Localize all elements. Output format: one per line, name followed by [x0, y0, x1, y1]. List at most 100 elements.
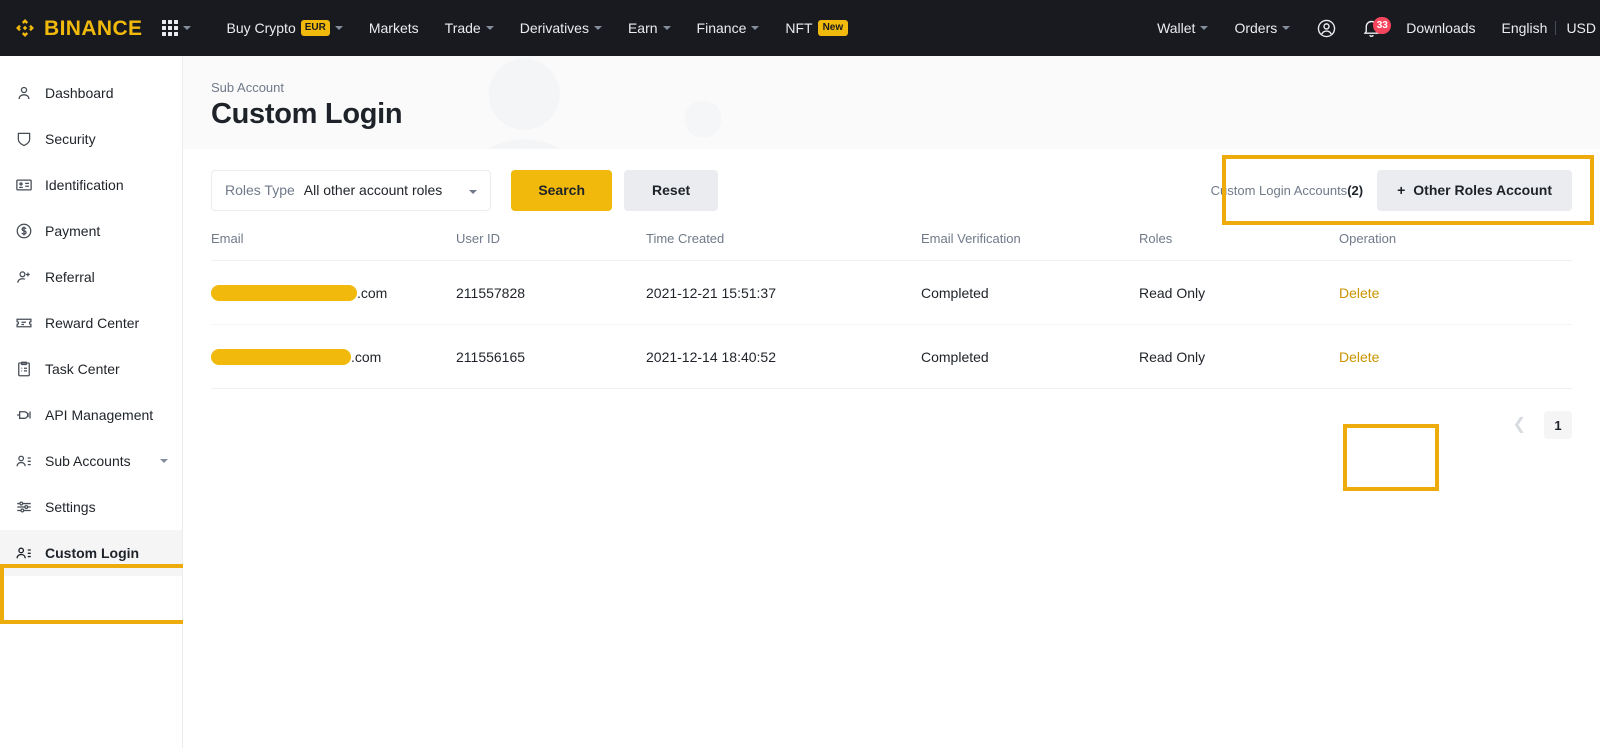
nav-label: Trade [444, 20, 481, 36]
binance-logo[interactable]: BINANCE [0, 17, 142, 39]
column-header-user-id: User ID [456, 231, 646, 261]
sidebar-item-label: Custom Login [45, 545, 140, 561]
cell-email: .com [211, 324, 456, 389]
filter-right-group: Custom Login Accounts(2) + Other Roles A… [1210, 169, 1572, 211]
app-shell: Dashboard Security Identification Paymen… [0, 56, 1600, 748]
cell-operation: Delete [1339, 324, 1572, 389]
sidebar-item-label: Sub Accounts [45, 453, 131, 469]
delete-link[interactable]: Delete [1339, 349, 1379, 365]
cell-operation: Delete [1339, 260, 1572, 325]
ticket-icon [14, 314, 33, 333]
nav-item-buy-crypto[interactable]: Buy Crypto EUR [213, 20, 355, 36]
cell-email-verification: Completed [921, 324, 1139, 389]
chevron-left-icon[interactable]: ❮ [1505, 413, 1534, 437]
roles-type-value: All other account roles [303, 182, 443, 198]
nav-item-markets[interactable]: Markets [356, 20, 432, 36]
nav-item-language[interactable]: English [1489, 20, 1554, 36]
redacted-email-bar [211, 284, 357, 301]
chevron-down-icon [662, 26, 671, 30]
chevron-down-icon [160, 459, 168, 463]
sidebar-item-dashboard[interactable]: Dashboard [0, 70, 182, 116]
nav-label: Orders [1234, 20, 1278, 36]
chevron-down-icon [334, 26, 343, 30]
nav-item-wallet[interactable]: Wallet [1144, 20, 1221, 36]
nav-item-currency[interactable]: USD [1558, 20, 1600, 36]
table-row: .com 211556165 2021-12-14 18:40:52 Compl… [211, 324, 1572, 389]
cell-time-created: 2021-12-21 15:51:37 [646, 260, 921, 325]
sidebar-item-label: Identification [45, 177, 124, 193]
sidebar-item-identification[interactable]: Identification [0, 162, 182, 208]
nav-item-downloads[interactable]: Downloads [1393, 20, 1488, 36]
search-button[interactable]: Search [511, 169, 613, 211]
nav-item-earn[interactable]: Earn [615, 20, 684, 36]
user-circle-icon [1318, 19, 1336, 37]
nav-right-group: Wallet Orders 33 Downloads English USD [1144, 0, 1600, 56]
top-navigation-bar: BINANCE Buy Crypto EUR Markets Trade Der… [0, 0, 1600, 56]
email-suffix: .com [351, 348, 382, 365]
user-plus-icon [14, 268, 33, 287]
dollar-circle-icon [14, 222, 33, 241]
custom-login-accounts-table: Email User ID Time Created Email Verific… [211, 231, 1572, 389]
nav-item-finance[interactable]: Finance [684, 20, 773, 36]
sidebar-item-reward-center[interactable]: Reward Center [0, 300, 182, 346]
other-roles-account-button[interactable]: + Other Roles Account [1377, 169, 1572, 211]
page-number-1[interactable]: 1 [1544, 411, 1572, 439]
new-badge: New [817, 20, 849, 36]
cell-email-verification: Completed [921, 260, 1139, 325]
nav-label: Earn [627, 20, 658, 36]
roles-type-label: Roles Type [225, 182, 295, 198]
sidebar-item-label: Security [45, 131, 96, 147]
table-header: Email User ID Time Created Email Verific… [211, 231, 1572, 261]
chevron-down-icon [593, 26, 602, 30]
nav-item-orders[interactable]: Orders [1221, 20, 1303, 36]
sidebar-item-sub-accounts[interactable]: Sub Accounts [0, 438, 182, 484]
sidebar-item-label: Dashboard [45, 85, 114, 101]
column-header-roles: Roles [1139, 231, 1339, 261]
roles-type-select[interactable]: Roles Type All other account roles [211, 169, 492, 211]
other-roles-label: Other Roles Account [1413, 182, 1552, 198]
notifications-button[interactable]: 33 [1350, 16, 1393, 39]
page-header: Sub Account Custom Login [183, 56, 1600, 149]
custom-login-accounts-count: Custom Login Accounts(2) [1210, 182, 1364, 198]
nav-label: Derivatives [519, 20, 589, 36]
chevron-down-icon [485, 26, 494, 30]
notification-count-badge: 33 [1373, 16, 1392, 34]
sidebar-item-payment[interactable]: Payment [0, 208, 182, 254]
plus-icon: + [1397, 182, 1406, 198]
cell-roles: Read Only [1139, 324, 1339, 389]
nav-item-nft[interactable]: NFT New [772, 20, 861, 36]
chevron-down-icon [1200, 26, 1209, 30]
apps-menu-button[interactable] [162, 20, 192, 36]
sidebar-item-label: API Management [45, 407, 154, 423]
nav-item-derivatives[interactable]: Derivatives [507, 20, 615, 36]
column-header-email: Email [211, 231, 456, 261]
eur-badge: EUR [300, 20, 330, 36]
sliders-icon [14, 498, 33, 517]
user-list-icon [14, 452, 33, 471]
table-row: .com 211557828 2021-12-21 15:51:37 Compl… [211, 260, 1572, 325]
table-header-row: Email User ID Time Created Email Verific… [211, 231, 1572, 261]
delete-link[interactable]: Delete [1339, 285, 1379, 301]
cell-email: .com [211, 260, 456, 325]
pagination: ❮ 1 [211, 389, 1572, 439]
redacted-email-bar [211, 348, 351, 365]
accounts-count-value: (2) [1347, 182, 1364, 198]
sidebar-item-custom-login[interactable]: Custom Login [0, 530, 182, 576]
email-suffix: .com [357, 284, 388, 301]
sidebar-item-task-center[interactable]: Task Center [0, 346, 182, 392]
reset-button[interactable]: Reset [624, 169, 719, 211]
sidebar-item-label: Settings [45, 499, 96, 515]
sidebar-item-settings[interactable]: Settings [0, 484, 182, 530]
content-panel: Roles Type All other account roles Searc… [183, 149, 1600, 491]
main-nav-items: Buy Crypto EUR Markets Trade Derivatives… [213, 20, 861, 36]
sidebar-item-referral[interactable]: Referral [0, 254, 182, 300]
nav-item-trade[interactable]: Trade [432, 20, 507, 36]
cell-user-id: 211557828 [456, 260, 646, 325]
sidebar-item-security[interactable]: Security [0, 116, 182, 162]
breadcrumb: Sub Account [211, 80, 284, 95]
sidebar-item-label: Referral [45, 269, 95, 285]
page-title: Custom Login [211, 98, 403, 130]
column-header-time-created: Time Created [646, 231, 921, 261]
sidebar-item-api-management[interactable]: API Management [0, 392, 182, 438]
profile-button[interactable] [1303, 18, 1350, 39]
